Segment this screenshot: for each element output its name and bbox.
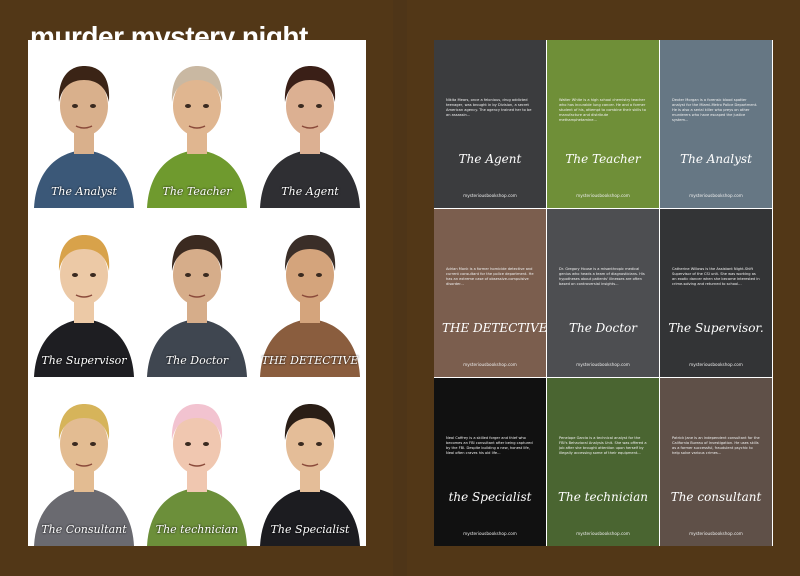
character-card: Adrian Monk is a former homicide detecti… xyxy=(434,209,546,377)
portrait-signature: The Analyst xyxy=(51,185,117,198)
portrait-grid: The Analyst The Teacher The Agent The Super… xyxy=(28,40,366,546)
card-website: mysteriousbookshop.com xyxy=(689,531,743,536)
card-website: mysteriousbookshop.com xyxy=(463,193,517,198)
portrait-signature: The Consultant xyxy=(41,523,127,536)
character-card-grid: Nikita Mears, once a felonious, drug add… xyxy=(434,40,773,546)
card-bio: Catherine Willows is the Assistant Night… xyxy=(672,267,760,286)
character-portrait: The Analyst xyxy=(28,40,140,208)
character-card: Nikita Mears, once a felonious, drug add… xyxy=(434,40,546,208)
card-role: The consultant xyxy=(670,490,762,504)
portrait-illustration xyxy=(254,209,366,377)
character-card: Neal Caffrey is a skilled forger and thi… xyxy=(434,378,546,546)
card-role: The Doctor xyxy=(569,321,637,335)
card-sheet: Nikita Mears, once a felonious, drug add… xyxy=(407,0,800,576)
portrait-signature: THE DETECTIVE xyxy=(261,354,359,367)
card-role: The technician xyxy=(557,490,649,504)
character-portrait: The Specialist xyxy=(254,378,366,546)
card-website: mysteriousbookshop.com xyxy=(463,362,517,367)
portrait-illustration xyxy=(141,40,253,208)
portrait-illustration xyxy=(28,40,140,208)
card-bio: Penelope Garcia is a technical analyst f… xyxy=(559,436,647,455)
card-role: THE DETECTIVE xyxy=(442,321,546,335)
portrait-illustration xyxy=(28,378,140,546)
card-website: mysteriousbookshop.com xyxy=(689,362,743,367)
card-bio: Nikita Mears, once a felonious, drug add… xyxy=(446,98,532,117)
card-website: mysteriousbookshop.com xyxy=(463,531,517,536)
character-card: Dr. Gregory House is a misanthropic medi… xyxy=(547,209,659,377)
card-role: The Analyst xyxy=(680,152,752,166)
card-bio: Walter White is a high school chemistry … xyxy=(559,98,646,122)
card-bio: Patrick Jane is an independent consultan… xyxy=(672,436,760,455)
character-portrait: The Doctor xyxy=(141,209,253,377)
portrait-illustration xyxy=(141,378,253,546)
character-portrait: The technician xyxy=(141,378,253,546)
portrait-illustration xyxy=(141,209,253,377)
character-card: Dexter Morgan is a forensic blood spatte… xyxy=(660,40,772,208)
card-website: mysteriousbookshop.com xyxy=(576,531,630,536)
character-portrait: The Teacher xyxy=(141,40,253,208)
character-card: Catherine Willows is the Assistant Night… xyxy=(660,209,772,377)
character-portrait: The Agent xyxy=(254,40,366,208)
card-bio: Dexter Morgan is a forensic blood spatte… xyxy=(672,98,758,122)
portrait-illustration xyxy=(254,378,366,546)
card-website: mysteriousbookshop.com xyxy=(576,193,630,198)
card-role: The Supervisor. xyxy=(668,321,764,335)
card-bio: Dr. Gregory House is a misanthropic medi… xyxy=(559,267,645,286)
character-portrait: The Supervisor xyxy=(28,209,140,377)
portrait-signature: The Specialist xyxy=(270,523,350,536)
portrait-illustration xyxy=(254,40,366,208)
portrait-signature: The Supervisor xyxy=(41,354,127,367)
character-portrait: The Consultant xyxy=(28,378,140,546)
portrait-signature: The Doctor xyxy=(165,354,229,367)
card-role: The Teacher xyxy=(565,152,641,166)
portrait-signature: The Teacher xyxy=(162,185,232,198)
card-website: mysteriousbookshop.com xyxy=(689,193,743,198)
card-role: The Agent xyxy=(458,152,522,166)
character-portrait: THE DETECTIVE xyxy=(254,209,366,377)
portrait-signature: The technician xyxy=(155,523,239,536)
card-bio: Adrian Monk is a former homicide detecti… xyxy=(446,267,534,286)
card-website: mysteriousbookshop.com xyxy=(576,362,630,367)
card-bio: Neal Caffrey is a skilled forger and thi… xyxy=(446,436,533,455)
character-card: Penelope Garcia is a technical analyst f… xyxy=(547,378,659,546)
poster-title: murder mystery night xyxy=(30,21,308,48)
portrait-illustration xyxy=(28,209,140,377)
poster-sheet: murder mystery night The Analyst The Teac… xyxy=(0,0,393,576)
character-card: Walter White is a high school chemistry … xyxy=(547,40,659,208)
card-role: the Specialist xyxy=(448,490,532,504)
character-card: Patrick Jane is an independent consultan… xyxy=(660,378,772,546)
portrait-signature: The Agent xyxy=(281,185,339,198)
